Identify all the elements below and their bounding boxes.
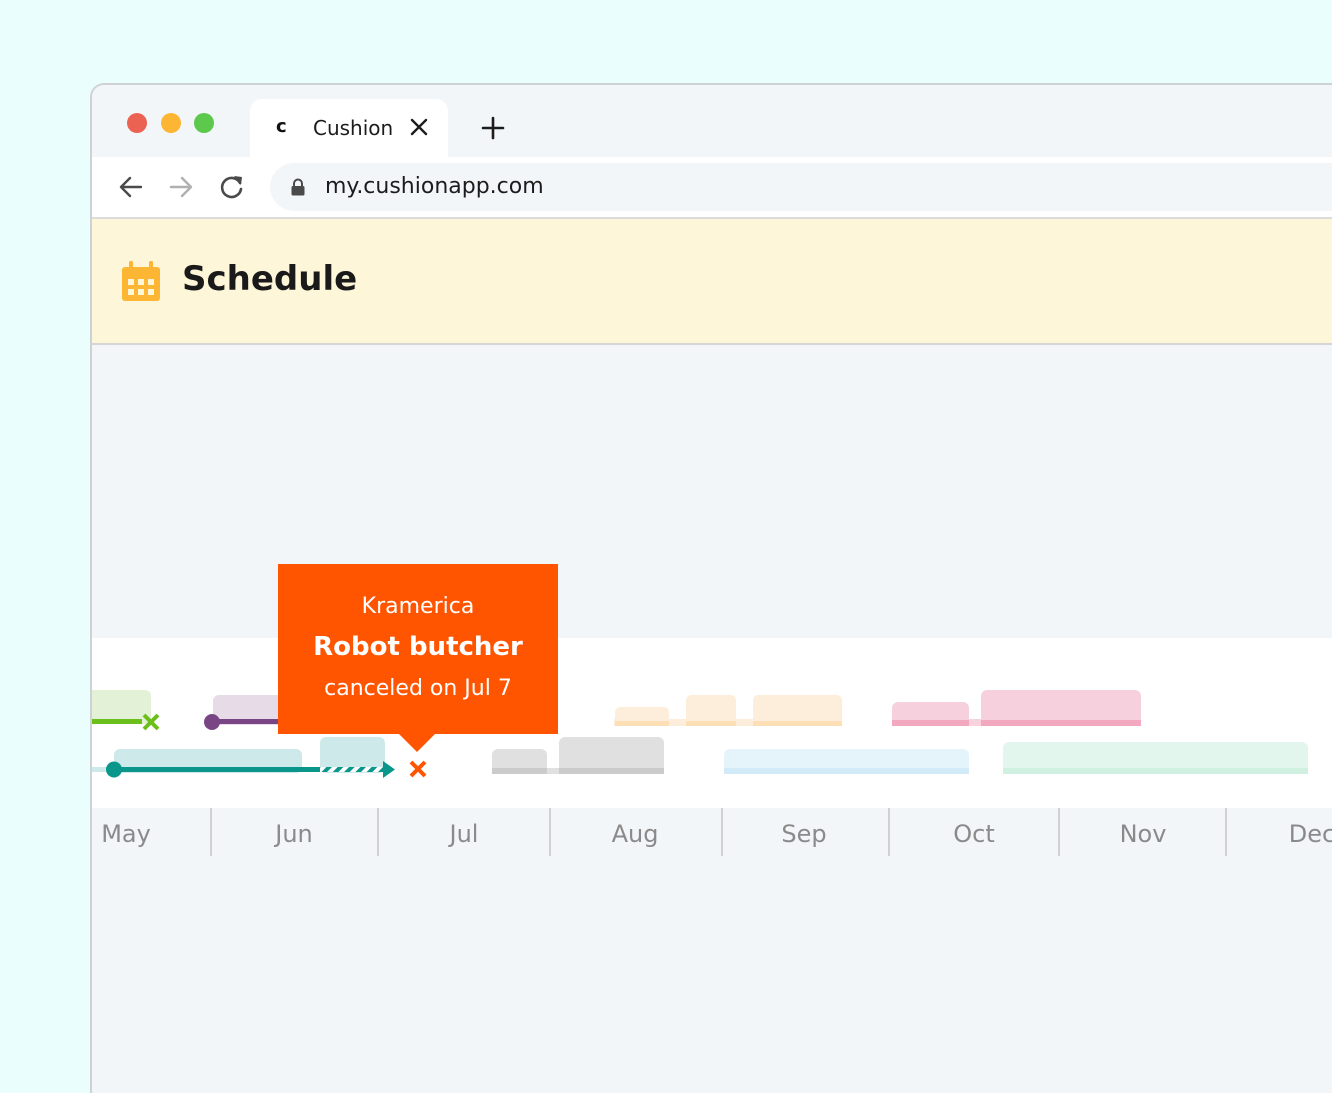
project-green-block[interactable] <box>90 690 151 724</box>
month-label: Sep <box>781 820 827 848</box>
month-label: May <box>101 820 151 848</box>
project-green[interactable] <box>90 690 160 731</box>
robot-butcher-start-dot <box>106 761 122 778</box>
robot-butcher-arrow-icon <box>383 761 395 778</box>
month-divider <box>721 808 723 856</box>
project-orange-bar-3 <box>753 721 842 726</box>
project-gray-bar-1 <box>492 768 547 774</box>
project-pink[interactable] <box>892 690 1141 726</box>
month-divider <box>888 808 890 856</box>
project-orange[interactable] <box>614 695 842 726</box>
month-divider <box>549 808 551 856</box>
month-label: Jun <box>275 820 313 848</box>
month-divider <box>210 808 212 856</box>
project-blue[interactable] <box>724 749 969 774</box>
month-divider <box>1058 808 1060 856</box>
project-blue-bar <box>724 768 969 774</box>
month-label: Dec <box>1288 820 1332 848</box>
project-purple-start-dot <box>204 714 220 730</box>
canceled-x-icon <box>409 760 427 778</box>
month-label: Nov <box>1119 820 1167 848</box>
tooltip-status: canceled on Jul 7 <box>324 676 512 701</box>
project-gray[interactable] <box>492 737 664 774</box>
project-mint-bar <box>1003 768 1308 774</box>
project-orange-bar-2 <box>686 721 736 726</box>
month-label: Oct <box>953 820 995 848</box>
tooltip-client: Kramerica <box>361 594 475 619</box>
tooltip-project-name: Robot butcher <box>313 632 523 662</box>
month-divider <box>1225 808 1227 856</box>
robot-butcher-hatched-line <box>320 767 384 772</box>
month-divider <box>377 808 379 856</box>
month-label: Aug <box>611 820 659 848</box>
project-tooltip: Kramerica Robot butcher canceled on Jul … <box>278 564 558 752</box>
month-axis: May Jun Jul Aug Sep Oct Nov Dec <box>92 808 1332 858</box>
project-pink-bar-1 <box>892 720 969 726</box>
month-label: Jul <box>449 820 479 848</box>
project-pink-bar-2 <box>981 720 1141 726</box>
project-orange-bar-1 <box>615 721 669 726</box>
project-robot-butcher[interactable] <box>90 737 427 778</box>
project-green-line <box>92 719 142 724</box>
project-gray-bar-2 <box>559 768 664 774</box>
browser-window: c Cushion my.cushionapp.com Schedule May… <box>90 83 1332 1093</box>
robot-butcher-line <box>114 767 321 772</box>
project-mint[interactable] <box>1003 742 1308 774</box>
